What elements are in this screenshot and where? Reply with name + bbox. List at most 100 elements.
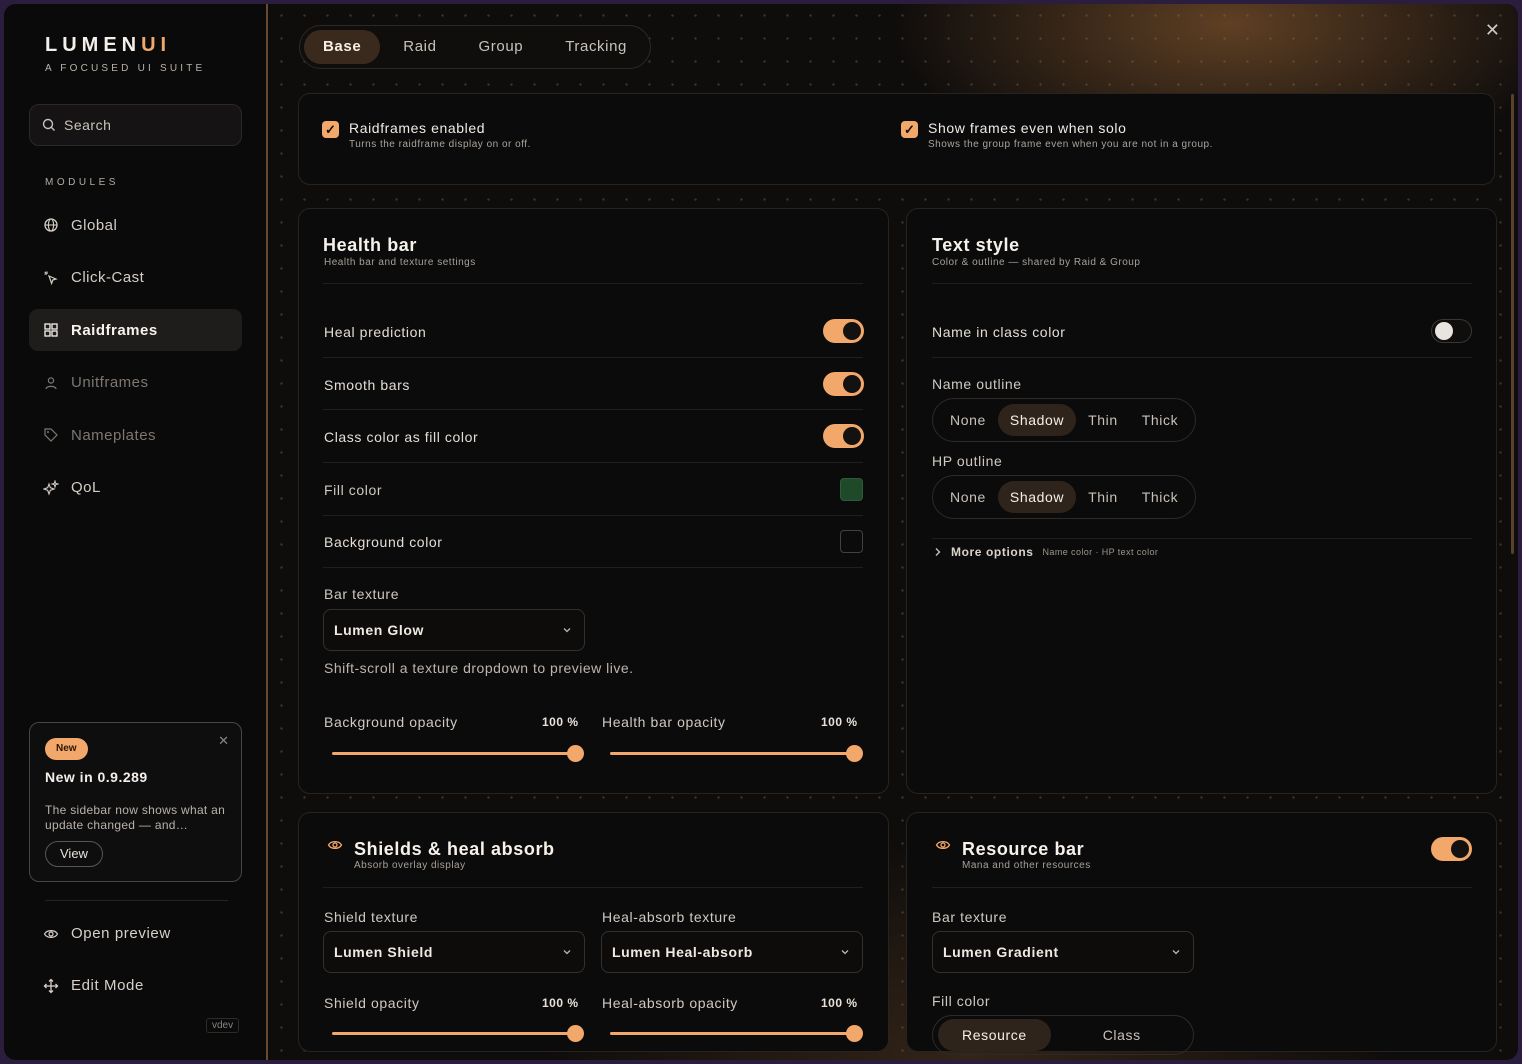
new-badge: New xyxy=(45,738,88,760)
chevron-down-icon xyxy=(563,950,571,955)
sidebar-item-qol[interactable]: QoL xyxy=(29,467,242,509)
resource-texture-select[interactable]: Lumen Gradient xyxy=(932,931,1194,973)
shield-texture-select[interactable]: Lumen Shield xyxy=(323,931,585,973)
close-window-icon[interactable]: ✕ xyxy=(1485,20,1500,41)
name-outline-thick[interactable]: Thick xyxy=(1130,404,1190,436)
hp-outline-thick[interactable]: Thick xyxy=(1130,481,1190,513)
background-color-swatch[interactable] xyxy=(840,530,863,553)
hp-outline-none[interactable]: None xyxy=(938,481,998,513)
globe-icon xyxy=(44,218,58,232)
select-value: Lumen Glow xyxy=(334,622,424,638)
brand-logo: LUMENUI xyxy=(45,34,171,57)
more-options-sub: Name color · HP text color xyxy=(1042,547,1159,557)
sidebar-item-label: Nameplates xyxy=(71,426,157,444)
search-input[interactable]: Search xyxy=(29,104,242,146)
main-panel: Base Raid Group Tracking ✕ ✓ Raidframes … xyxy=(270,4,1518,1060)
heal-absorb-opacity-label: Heal-absorb opacity xyxy=(602,995,738,1011)
whats-new-card: New ✕ New in 0.9.289 The sidebar now sho… xyxy=(29,722,242,882)
open-preview-label: Open preview xyxy=(71,925,171,942)
heal-absorb-texture-select[interactable]: Lumen Heal-absorb xyxy=(601,931,863,973)
show-solo-checkbox[interactable]: ✓ Show frames even when solo Shows the g… xyxy=(901,120,1213,150)
slider-thumb[interactable] xyxy=(567,1025,584,1042)
slider-thumb[interactable] xyxy=(846,1025,863,1042)
fill-color-label: Fill color xyxy=(932,993,991,1009)
divider xyxy=(932,538,1472,539)
fill-option-resource[interactable]: Resource xyxy=(938,1019,1051,1051)
name-outline-segmented: None Shadow Thin Thick xyxy=(932,398,1197,442)
sidebar: LUMENUI A FOCUSED UI SUITE Search MODULE… xyxy=(4,4,268,1060)
name-outline-shadow[interactable]: Shadow xyxy=(997,404,1077,436)
hb-opacity-label: Health bar opacity xyxy=(602,714,726,730)
heal-prediction-toggle[interactable] xyxy=(823,319,864,343)
bg-opacity-slider[interactable] xyxy=(332,745,584,762)
checkbox-sub: Shows the group frame even when you are … xyxy=(928,139,1213,150)
shield-opacity-slider[interactable] xyxy=(332,1025,584,1042)
sidebar-item-label: Global xyxy=(71,216,118,234)
sidebar-item-raidframes[interactable]: Raidframes xyxy=(29,309,242,352)
resource-bar-toggle[interactable] xyxy=(1431,837,1472,861)
user-icon xyxy=(45,377,57,389)
smooth-bars-toggle[interactable] xyxy=(823,372,864,396)
view-button[interactable]: View xyxy=(45,841,103,867)
close-icon[interactable]: ✕ xyxy=(218,733,229,749)
edit-mode-button[interactable]: Edit Mode xyxy=(43,977,144,994)
section-subtitle: Mana and other resources xyxy=(962,860,1091,871)
select-value: Lumen Gradient xyxy=(943,944,1059,960)
hb-opacity-slider[interactable] xyxy=(610,745,863,762)
fill-option-class[interactable]: Class xyxy=(1051,1019,1193,1051)
divider xyxy=(323,462,863,463)
section-subtitle: Color & outline — shared by Raid & Group xyxy=(932,257,1141,268)
general-card: ✓ Raidframes enabled Turns the raidframe… xyxy=(298,93,1495,185)
search-icon xyxy=(42,118,55,131)
tab-group[interactable]: Group xyxy=(460,30,543,64)
name-outline-none[interactable]: None xyxy=(938,404,998,436)
section-title: Health bar xyxy=(323,235,418,255)
select-value: Lumen Shield xyxy=(334,944,433,960)
tab-base[interactable]: Base xyxy=(304,30,381,64)
divider xyxy=(323,283,863,284)
raidframes-enabled-checkbox[interactable]: ✓ Raidframes enabled Turns the raidframe… xyxy=(322,120,531,150)
tab-bar: Base Raid Group Tracking xyxy=(299,25,651,69)
divider xyxy=(323,357,863,358)
version-label: vdev xyxy=(206,1018,240,1033)
name-class-color-toggle[interactable] xyxy=(1431,319,1472,343)
sidebar-item-global[interactable]: Global xyxy=(29,204,242,246)
checkbox-sub: Turns the raidframe display on or off. xyxy=(349,139,531,150)
divider xyxy=(932,887,1472,888)
slider-thumb[interactable] xyxy=(846,745,863,762)
fill-color-segmented: Resource Class xyxy=(932,1015,1194,1055)
hb-opacity-value: 100 % xyxy=(821,715,858,729)
hp-outline-shadow[interactable]: Shadow xyxy=(997,481,1077,513)
divider xyxy=(45,900,228,901)
class-color-fill-toggle[interactable] xyxy=(823,424,864,448)
fill-color-swatch[interactable] xyxy=(840,478,863,501)
bar-texture-label: Bar texture xyxy=(324,586,400,602)
bar-texture-select[interactable]: Lumen Glow xyxy=(323,609,585,651)
sidebar-item-nameplates[interactable]: Nameplates xyxy=(29,414,242,456)
hp-outline-thin[interactable]: Thin xyxy=(1076,481,1130,513)
eye-icon[interactable] xyxy=(327,837,343,853)
slider-thumb[interactable] xyxy=(567,745,584,762)
open-preview-button[interactable]: Open preview xyxy=(43,925,171,942)
news-title: New in 0.9.289 xyxy=(45,769,148,785)
tab-raid[interactable]: Raid xyxy=(384,30,455,64)
chevron-down-icon xyxy=(1172,950,1180,955)
heal-absorb-opacity-slider[interactable] xyxy=(610,1025,863,1042)
check-icon: ✓ xyxy=(901,121,918,138)
checkbox-label: Show frames even when solo xyxy=(928,120,1127,136)
more-options-toggle[interactable]: More options Name color · HP text color xyxy=(934,545,1158,559)
scrollbar[interactable] xyxy=(1511,94,1514,554)
sidebar-item-label: Click-Cast xyxy=(71,269,145,287)
modules-label: MODULES xyxy=(45,177,119,188)
divider xyxy=(323,567,863,568)
sidebar-item-unitframes[interactable]: Unitframes xyxy=(29,362,242,404)
eye-icon[interactable] xyxy=(935,837,951,853)
sidebar-item-click-cast[interactable]: Click-Cast xyxy=(29,257,242,299)
edit-mode-label: Edit Mode xyxy=(71,977,144,994)
checkbox-label: Raidframes enabled xyxy=(349,120,486,136)
divider xyxy=(323,409,863,410)
name-outline-thin[interactable]: Thin xyxy=(1076,404,1130,436)
tab-tracking[interactable]: Tracking xyxy=(546,30,646,64)
brand-accent: UI xyxy=(141,34,172,56)
section-subtitle: Absorb overlay display xyxy=(354,860,466,871)
